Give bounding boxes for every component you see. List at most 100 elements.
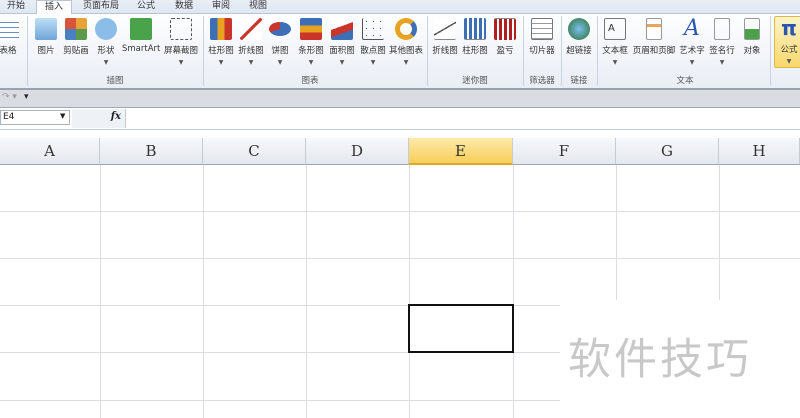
dropdown-icon: ▼ — [403, 59, 409, 66]
signature-line-button[interactable]: 签名行 ▼ — [707, 18, 737, 66]
pi-icon: π — [781, 16, 797, 40]
label: 超链接 — [566, 46, 592, 56]
pie-chart-icon — [269, 22, 291, 36]
label: 饼图 — [271, 46, 289, 56]
scatter-chart-button[interactable]: 散点图 ▼ — [358, 18, 388, 66]
group-text-label: 文本 — [676, 76, 694, 86]
tab-review[interactable]: 审阅 — [205, 0, 237, 14]
shapes-button[interactable]: 形状 ▼ — [94, 18, 118, 66]
label: 艺术字 — [679, 46, 705, 56]
label: 签名行 — [709, 46, 735, 56]
spacer — [0, 130, 800, 138]
shapes-icon — [95, 18, 117, 40]
redo-icon[interactable]: ↷ ▾ — [2, 92, 17, 102]
object-button[interactable]: 对象 — [739, 18, 765, 56]
column-header-h[interactable]: H — [719, 138, 800, 165]
line-chart-icon — [240, 18, 262, 40]
line-chart-button[interactable]: 折线图 ▼ — [236, 18, 266, 66]
tab-formulas[interactable]: 公式 — [130, 0, 162, 14]
bar-chart-button[interactable]: 条形图 ▼ — [296, 18, 326, 66]
label: 其他图表 — [388, 46, 423, 56]
dropdown-icon: ▼ — [277, 59, 283, 66]
label: 页眉和页脚 — [632, 46, 676, 56]
slicer-icon — [531, 18, 553, 40]
clipart-icon — [65, 18, 87, 40]
column-header-f[interactable]: F — [513, 138, 616, 165]
dropdown-icon: ▼ — [248, 59, 254, 66]
dropdown-icon: ▼ — [719, 59, 725, 66]
win-loss-button[interactable]: 盈亏 — [492, 18, 518, 56]
ribbon: 表格 图片 剪贴画 形状 ▼ SmartArt 屏幕截图 ▼ 插图 柱形图 ▼ 折线图… — [0, 14, 800, 88]
slicer-button[interactable]: 切片器 — [526, 18, 558, 56]
smartart-button[interactable]: SmartArt — [122, 18, 160, 54]
header-footer-button[interactable]: 页眉和页脚 — [631, 18, 677, 56]
clipart-label: 剪贴画 — [63, 46, 89, 56]
textbox-icon: A — [604, 18, 626, 40]
other-charts-button[interactable]: 其他图表 ▼ — [388, 18, 424, 66]
wordart-icon: A — [684, 16, 700, 41]
header-footer-icon — [646, 18, 662, 40]
column-header-a[interactable]: A — [0, 138, 100, 165]
pie-chart-button[interactable]: 饼图 ▼ — [268, 18, 292, 66]
picture-label: 图片 — [37, 46, 55, 56]
label: 散点图 — [360, 46, 386, 56]
label: 柱形图 — [208, 46, 234, 56]
column-header-g[interactable]: G — [616, 138, 719, 165]
dropdown-icon: ▼ — [370, 59, 376, 66]
table-button[interactable]: 表格 — [0, 18, 22, 56]
equation-button[interactable]: π 公式 ▼ — [774, 16, 800, 68]
picture-button[interactable]: 图片 — [33, 18, 59, 56]
tab-data[interactable]: 数据 — [168, 0, 200, 14]
label: 柱形图 — [462, 46, 488, 56]
smartart-icon — [130, 18, 152, 40]
sparkline-column-icon — [464, 18, 486, 40]
quick-access-toolbar: ↷ ▾ ▾ — [0, 88, 800, 108]
column-chart-icon — [210, 18, 232, 40]
signature-icon — [714, 18, 730, 40]
screenshot-icon — [170, 18, 192, 40]
sparkline-column-button[interactable]: 柱形图 — [461, 18, 489, 56]
scatter-chart-icon — [362, 18, 384, 40]
tab-home[interactable]: 开始 — [0, 0, 32, 14]
column-header-b[interactable]: B — [100, 138, 203, 165]
formula-input[interactable] — [127, 109, 800, 128]
picture-icon — [35, 18, 57, 40]
dropdown-icon: ▼ — [308, 59, 314, 66]
label: 面积图 — [329, 46, 355, 56]
group-sparklines-label: 迷你图 — [462, 76, 488, 86]
area-chart-button[interactable]: 面积图 ▼ — [327, 18, 357, 66]
label: 切片器 — [529, 46, 555, 56]
dropdown-icon: ▼ — [178, 59, 184, 66]
bar-chart-icon — [300, 18, 322, 40]
hyperlink-button[interactable]: 超链接 — [563, 18, 595, 56]
shapes-label: 形状 — [97, 46, 115, 56]
clipart-button[interactable]: 剪贴画 — [62, 18, 90, 56]
selected-cell-e4[interactable] — [408, 304, 514, 353]
dropdown-icon: ▼ — [103, 59, 109, 66]
column-chart-button[interactable]: 柱形图 ▼ — [206, 18, 236, 66]
dropdown-icon: ▼ — [786, 58, 792, 65]
watermark: 软件技巧 — [568, 335, 752, 385]
screenshot-button[interactable]: 屏幕截图 ▼ — [162, 18, 200, 66]
ribbon-tabs: 开始 插入 页面布局 公式 数据 审阅 视图 — [0, 0, 800, 15]
group-charts-label: 图表 — [301, 76, 319, 86]
tab-page-layout[interactable]: 页面布局 — [76, 0, 126, 14]
tab-insert[interactable]: 插入 — [36, 0, 72, 15]
textbox-button[interactable]: A 文本框 ▼ — [600, 18, 630, 66]
label: 文本框 — [602, 46, 628, 56]
tab-view[interactable]: 视图 — [242, 0, 274, 14]
column-header-d[interactable]: D — [306, 138, 409, 165]
column-header-e[interactable]: E — [409, 138, 513, 165]
insert-function-icon[interactable]: fx — [111, 111, 121, 122]
label: 折线图 — [432, 46, 458, 56]
label: 条形图 — [298, 46, 324, 56]
dropdown-icon: ▼ — [339, 59, 345, 66]
dropdown-icon: ▼ — [612, 59, 618, 66]
customize-toolbar-icon[interactable]: ▾ — [24, 92, 29, 102]
column-header-c[interactable]: C — [203, 138, 306, 165]
wordart-button[interactable]: A 艺术字 ▼ — [678, 16, 706, 67]
screenshot-label: 屏幕截图 — [163, 46, 198, 56]
sparkline-line-button[interactable]: 折线图 — [431, 18, 459, 56]
name-box-dropdown-icon[interactable]: ▼ — [60, 112, 65, 120]
dropdown-icon: ▼ — [689, 59, 695, 66]
